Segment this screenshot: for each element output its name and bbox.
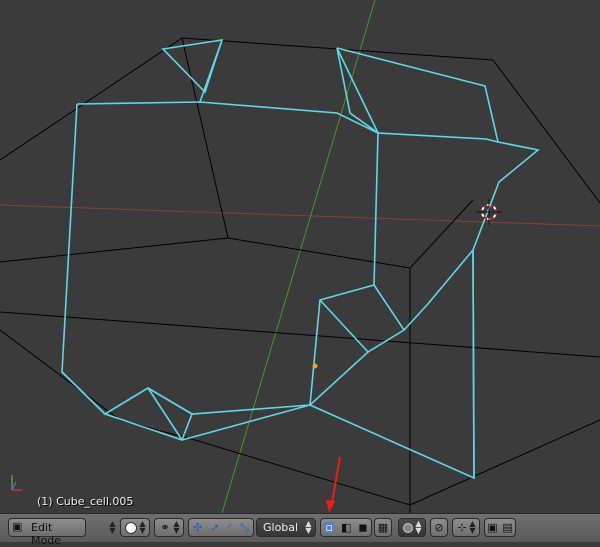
snap-element-button[interactable]: ⊹ ▲ ▼	[452, 518, 480, 537]
vertex-select-icon[interactable]: ▫	[324, 522, 334, 533]
render-buttons: ▣ ▤	[484, 518, 516, 537]
transform-orientation-label: Global	[263, 521, 299, 534]
selected-edges	[61, 39, 540, 480]
proportional-editing-icon	[403, 522, 413, 533]
transform-manipulators: ✣ ➚ ◜ ⤡	[188, 518, 254, 537]
select-mode-group: ▫ ◧ ◼	[320, 518, 372, 537]
axis-gizmo-icon	[11, 475, 22, 491]
manipulator-toggle-icon[interactable]: ✣	[193, 522, 202, 533]
scale-manipulator-icon[interactable]: ⤡	[240, 522, 249, 533]
rotate-manipulator-icon[interactable]: ◜	[228, 522, 232, 533]
annotation-arrow-icon	[326, 456, 341, 513]
mode-select-arrows: ▲ ▼	[109, 519, 116, 535]
face-select-icon[interactable]: ◼	[358, 522, 367, 533]
3d-cursor-icon[interactable]	[476, 199, 502, 225]
limit-selection-icon: ▦	[377, 521, 389, 534]
translate-manipulator-icon[interactable]: ➚	[210, 522, 219, 533]
x-axis-line	[0, 204, 600, 227]
viewport-shading-button[interactable]: ▲ ▼	[120, 518, 150, 537]
proportional-editing-button[interactable]: ▲ ▼	[398, 518, 426, 537]
snap-increment-icon: ⊹	[457, 521, 467, 534]
pivot-point-icon: ⚭	[160, 521, 170, 534]
snap-toggle-button[interactable]: ⊘	[430, 518, 448, 537]
edge-select-icon[interactable]: ◧	[341, 522, 351, 533]
opengl-anim-icon[interactable]: ▤	[502, 522, 512, 533]
y-axis-line	[221, 0, 376, 513]
magnet-icon: ⊘	[434, 521, 444, 534]
viewport-canvas[interactable]	[0, 0, 600, 513]
pivot-point-button[interactable]: ⚭ ▲ ▼	[154, 518, 184, 537]
object-origin-dot	[312, 363, 318, 369]
solid-shading-icon	[125, 521, 137, 534]
object-info-label: (1) Cube_cell.005	[37, 495, 134, 508]
transform-orientation-select[interactable]: Global ▲ ▼	[256, 518, 316, 537]
opengl-render-icon[interactable]: ▣	[487, 522, 497, 533]
limit-selection-button[interactable]: ▦	[374, 518, 392, 537]
3d-viewport[interactable]: (1) Cube_cell.005	[0, 0, 600, 513]
viewport-header: ▣ Edit Mode ▲ ▼ ▲ ▼ ⚭ ▲ ▼ ✣ ➚ ◜ ⤡ Global ▲ ▼…	[0, 513, 600, 547]
